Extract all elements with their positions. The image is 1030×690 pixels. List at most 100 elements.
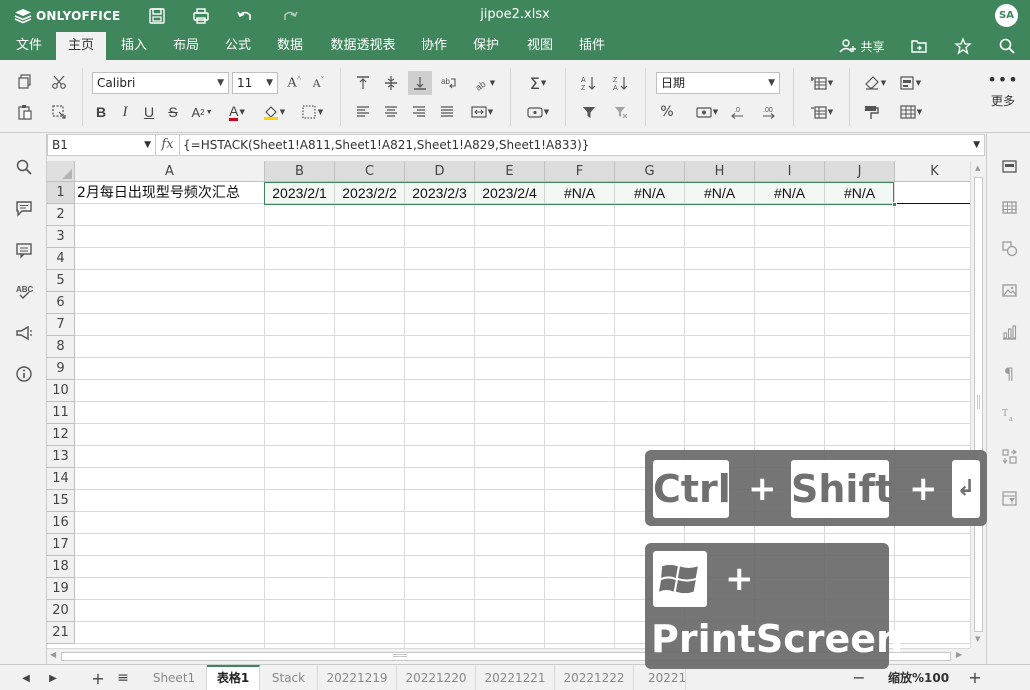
menu-formula[interactable]: 公式 xyxy=(216,32,260,60)
row-header-14[interactable]: 14 xyxy=(47,468,75,490)
about-info-icon[interactable] xyxy=(13,363,35,385)
font-size-select[interactable]: 11 ▼ xyxy=(232,72,278,94)
cell-h1[interactable]: #N/A xyxy=(685,182,754,204)
accounting-format-icon[interactable]: ▼ xyxy=(690,101,724,123)
merge-cells-icon[interactable]: ▼ xyxy=(466,101,498,123)
align-right-icon[interactable] xyxy=(408,101,430,123)
row-header-7[interactable]: 7 xyxy=(47,314,75,336)
vertical-scrollbar[interactable]: ▲ ▼ xyxy=(970,161,986,648)
scroll-up-icon[interactable]: ▲ xyxy=(975,164,980,172)
column-header-k[interactable]: K xyxy=(895,161,970,182)
menu-collaboration[interactable]: 协作 xyxy=(412,32,456,60)
text-art-settings-icon[interactable]: Ta xyxy=(999,404,1019,424)
more-button[interactable]: ••• 更多 xyxy=(985,72,1021,109)
cut-icon[interactable] xyxy=(48,71,70,93)
subscript-icon[interactable]: A 2 ▼ xyxy=(187,101,217,123)
menu-view[interactable]: 视图 xyxy=(518,32,562,60)
justify-icon[interactable] xyxy=(436,101,458,123)
row-header-11[interactable]: 11 xyxy=(47,402,75,424)
image-settings-icon[interactable] xyxy=(999,280,1019,300)
fill-handle[interactable] xyxy=(892,202,897,207)
redo-icon[interactable] xyxy=(280,6,300,26)
wrap-text-icon[interactable]: ab xyxy=(438,72,460,94)
autosum-icon[interactable]: Σ ▼ xyxy=(522,72,554,94)
column-header-d[interactable]: D xyxy=(405,161,475,182)
insert-function-icon[interactable]: ▼ xyxy=(522,101,554,123)
column-header-j[interactable]: J xyxy=(825,161,895,182)
row-header-20[interactable]: 20 xyxy=(47,600,75,622)
clear-formatting-icon[interactable]: ▼ xyxy=(860,72,890,94)
font-color-icon[interactable]: A ▼ xyxy=(222,101,252,123)
row-header-1[interactable]: 1 xyxy=(47,182,75,204)
format-as-table-icon[interactable]: ▼ xyxy=(894,101,928,123)
sheet-tab-stack[interactable]: Stack xyxy=(260,665,318,690)
row-header-2[interactable]: 2 xyxy=(47,204,75,226)
formula-input[interactable]: {=HSTACK(Sheet1!A811,Sheet1!A821,Sheet1!… xyxy=(183,135,589,155)
menu-layout[interactable]: 布局 xyxy=(164,32,208,60)
text-orientation-icon[interactable]: ab ▼ xyxy=(468,72,500,94)
menu-home[interactable]: 主页 xyxy=(56,32,106,60)
row-header-10[interactable]: 10 xyxy=(47,380,75,402)
sheet-tab-20221220[interactable]: 20221220 xyxy=(397,665,476,690)
copy-style-icon[interactable] xyxy=(860,101,882,123)
spellcheck-icon[interactable]: ABC xyxy=(13,281,35,303)
row-header-16[interactable]: 16 xyxy=(47,512,75,534)
row-header-19[interactable]: 19 xyxy=(47,578,75,600)
number-format-select[interactable]: 日期 ▼ xyxy=(656,72,780,94)
row-header-8[interactable]: 8 xyxy=(47,336,75,358)
scroll-right-icon[interactable]: ▶ xyxy=(956,650,962,659)
borders-icon[interactable]: ▼ xyxy=(296,101,328,123)
next-sheet-icon[interactable]: ▶ xyxy=(42,665,64,690)
column-header-b[interactable]: B xyxy=(265,161,335,182)
open-location-icon[interactable] xyxy=(909,36,929,56)
insert-function-fx-button[interactable]: fx xyxy=(156,135,180,155)
zoom-in-button[interactable]: + xyxy=(964,665,986,690)
save-icon[interactable] xyxy=(147,6,167,26)
row-header-17[interactable]: 17 xyxy=(47,534,75,556)
row-header-5[interactable]: 5 xyxy=(47,270,75,292)
column-header-e[interactable]: E xyxy=(475,161,545,182)
insert-cells-icon[interactable]: ▼ xyxy=(806,72,838,94)
decrease-decimal-icon[interactable]: .0 xyxy=(726,101,748,123)
delete-cells-icon[interactable]: ▼ xyxy=(806,101,838,123)
cell-d1[interactable]: 2023/2/3 xyxy=(405,182,474,204)
column-header-g[interactable]: G xyxy=(615,161,685,182)
feedback-megaphone-icon[interactable] xyxy=(13,322,35,344)
menu-file[interactable]: 文件 xyxy=(8,32,50,60)
decrease-font-icon[interactable]: Aˇ xyxy=(307,72,329,94)
column-header-f[interactable]: F xyxy=(545,161,615,182)
sheet-tab-20221221[interactable]: 20221221 xyxy=(476,665,555,690)
row-header-3[interactable]: 3 xyxy=(47,226,75,248)
search-icon[interactable] xyxy=(997,36,1017,56)
increase-font-icon[interactable]: A^ xyxy=(283,72,305,94)
strikethrough-icon[interactable]: S xyxy=(162,101,184,123)
sheet-tab-sheet1[interactable]: Sheet1 xyxy=(142,665,207,690)
row-header-9[interactable]: 9 xyxy=(47,358,75,380)
print-icon[interactable] xyxy=(191,6,211,26)
paste-icon[interactable] xyxy=(14,101,36,123)
cell-j1[interactable]: #N/A xyxy=(825,182,894,204)
align-left-icon[interactable] xyxy=(352,101,374,123)
row-header-21[interactable]: 21 xyxy=(47,622,75,644)
row-header-15[interactable]: 15 xyxy=(47,490,75,512)
conditional-formatting-icon[interactable]: ▼ xyxy=(894,72,926,94)
cell-settings-icon[interactable] xyxy=(999,156,1019,176)
comments-icon[interactable] xyxy=(13,197,35,219)
underline-icon[interactable]: U xyxy=(138,101,160,123)
sheet-list-icon[interactable]: ≡ xyxy=(112,665,134,690)
cell-g1[interactable]: #N/A xyxy=(615,182,684,204)
paragraph-settings-icon[interactable]: ¶ xyxy=(999,363,1019,383)
align-center-icon[interactable] xyxy=(380,101,402,123)
copy-icon[interactable] xyxy=(14,71,36,93)
column-header-h[interactable]: H xyxy=(685,161,755,182)
cell-i1[interactable]: #N/A xyxy=(755,182,824,204)
cell-b1[interactable]: 2023/2/1 xyxy=(265,182,334,204)
menu-data[interactable]: 数据 xyxy=(268,32,312,60)
italic-icon[interactable]: I xyxy=(114,101,136,123)
sheet-tab-table1[interactable]: 表格1 xyxy=(207,665,260,690)
search-icon[interactable] xyxy=(13,156,35,178)
column-header-a[interactable]: A xyxy=(75,161,265,182)
prev-sheet-icon[interactable]: ◀ xyxy=(15,665,37,690)
row-header-13[interactable]: 13 xyxy=(47,446,75,468)
chart-settings-icon[interactable] xyxy=(999,322,1019,342)
